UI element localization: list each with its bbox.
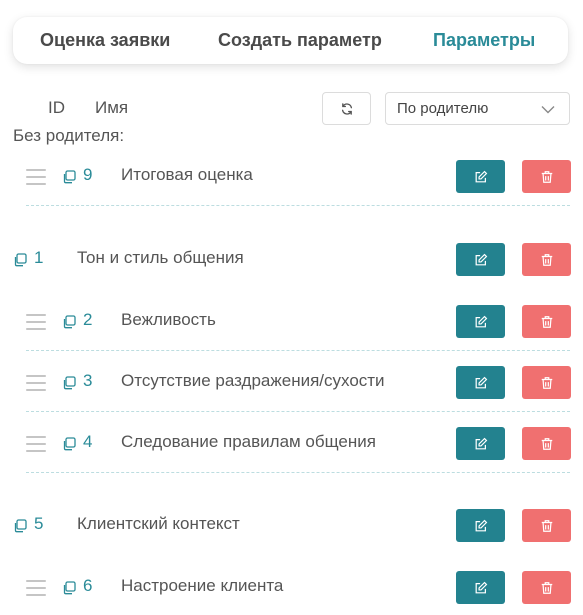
parameter-name: Отсутствие раздражения/сухости [121,371,385,390]
trash-icon [540,519,554,533]
drag-handle-icon[interactable] [26,436,46,452]
tab-application-evaluation[interactable]: Оценка заявки [40,30,170,51]
drag-handle-icon[interactable] [26,580,46,596]
delete-button[interactable] [522,160,571,193]
parent-parameter-row: 1 Тон и стиль общения [0,227,583,289]
parent-parameter-row: 5 Клиентский контекст [0,493,583,555]
edit-icon [474,170,488,184]
edit-icon [474,315,488,329]
edit-button[interactable] [456,427,505,460]
copy-icon[interactable] [13,519,27,533]
delete-button[interactable] [522,305,571,338]
parameter-row: 2 Вежливость [0,289,583,351]
drag-handle-icon[interactable] [26,169,46,185]
parameter-name: Настроение клиента [121,576,284,595]
parameter-row: 4 Следование правилам общения [0,411,583,473]
edit-button[interactable] [456,509,505,542]
column-header-id: ID [48,98,65,117]
parameter-name: Вежливость [121,310,216,329]
trash-icon [540,315,554,329]
parameter-id: 6 [83,576,93,595]
edit-button[interactable] [456,243,505,276]
parameter-name: Итоговая оценка [121,165,253,184]
copy-icon[interactable] [62,170,76,184]
tab-create-parameter[interactable]: Создать параметр [218,30,382,51]
parameter-id: 9 [83,165,93,184]
tab-parameters[interactable]: Параметры [433,30,535,51]
refresh-button[interactable] [322,92,371,125]
copy-icon[interactable] [13,253,27,267]
parameter-name: Тон и стиль общения [77,248,244,267]
trash-icon [540,170,554,184]
tab-bar: Оценка заявки Создать параметр Параметры [13,17,568,64]
trash-icon [540,437,554,451]
delete-button[interactable] [522,243,571,276]
edit-icon [474,581,488,595]
delete-button[interactable] [522,427,571,460]
copy-icon[interactable] [62,437,76,451]
row-divider [26,472,570,473]
delete-button[interactable] [522,509,571,542]
parameter-row: 3 Отсутствие раздражения/сухости [0,350,583,412]
trash-icon [540,581,554,595]
drag-handle-icon[interactable] [26,314,46,330]
copy-icon[interactable] [62,581,76,595]
parameter-row: 9 Итоговая оценка [0,144,583,206]
drag-handle-icon[interactable] [26,375,46,391]
delete-button[interactable] [522,571,571,604]
edit-icon [474,519,488,533]
edit-icon [474,437,488,451]
refresh-icon [341,102,352,115]
edit-button[interactable] [456,571,505,604]
parameter-name: Следование правилам общения [121,432,376,451]
edit-button[interactable] [456,366,505,399]
parameter-name: Клиентский контекст [77,514,240,533]
sort-by-select[interactable]: По родителю [385,92,570,125]
edit-icon [474,253,488,267]
no-parent-group-label: Без родителя: [13,126,125,145]
parameter-id: 3 [83,371,93,390]
trash-icon [540,376,554,390]
sort-by-value: По родителю [397,100,489,117]
chevron-down-icon [541,106,555,114]
column-header-name: Имя [95,98,129,117]
delete-button[interactable] [522,366,571,399]
trash-icon [540,253,554,267]
parameter-id: 5 [34,514,44,533]
copy-icon[interactable] [62,315,76,329]
edit-icon [474,376,488,390]
parameter-id: 4 [83,432,93,451]
edit-button[interactable] [456,305,505,338]
copy-icon[interactable] [62,376,76,390]
row-divider [26,205,570,206]
edit-button[interactable] [456,160,505,193]
parameter-id: 1 [34,248,44,267]
parameter-id: 2 [83,310,93,329]
parameter-row: 6 Настроение клиента [0,555,583,615]
